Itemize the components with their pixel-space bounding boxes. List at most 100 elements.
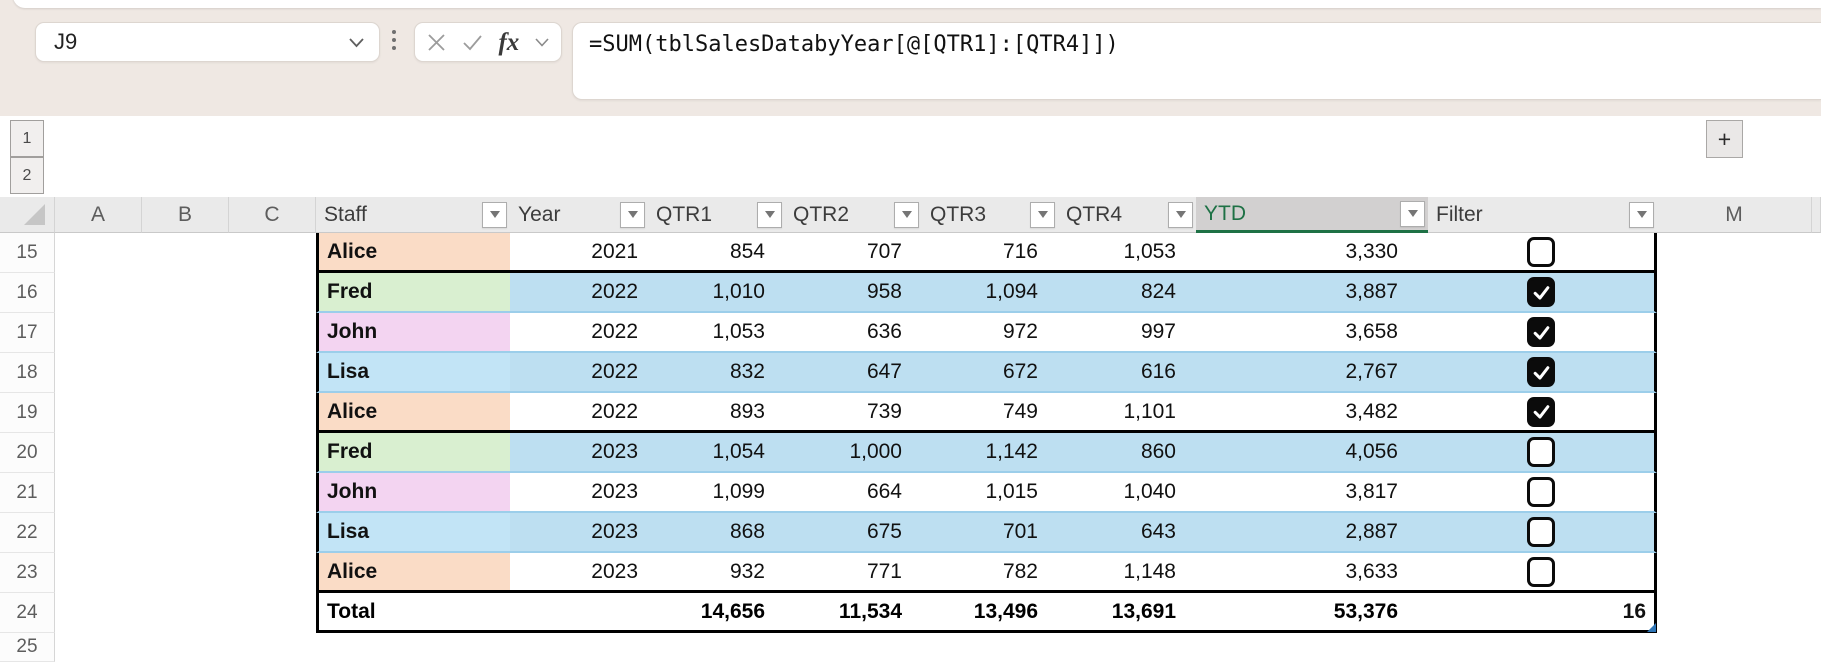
filter-checkbox[interactable] [1527, 477, 1555, 507]
qtr4-cell[interactable]: 1,040 [1058, 473, 1196, 513]
year-cell[interactable]: 2022 [510, 273, 648, 313]
qtr1-cell[interactable]: 932 [648, 553, 785, 593]
qtr2-cell[interactable]: 675 [785, 513, 922, 553]
qtr3-cell[interactable]: 972 [922, 313, 1058, 353]
enter-check-icon[interactable] [462, 34, 483, 51]
total-label-cell[interactable]: Total [316, 593, 510, 633]
filter-cell[interactable] [1428, 433, 1657, 473]
more-options-dots-icon[interactable] [392, 30, 396, 50]
qtr1-cell[interactable]: 1,053 [648, 313, 785, 353]
empty-cells-abc[interactable] [55, 473, 316, 513]
qtr3-cell[interactable]: 716 [922, 233, 1058, 273]
empty-cells-abc[interactable] [55, 393, 316, 433]
staff-cell[interactable]: Lisa [316, 513, 510, 553]
m-cell[interactable] [1657, 233, 1812, 273]
table-header-qtr1[interactable]: QTR1 [648, 197, 785, 233]
table-header-filter[interactable]: Filter [1428, 197, 1657, 233]
row-number[interactable]: 23 [0, 553, 55, 593]
filter-dropdown-qtr1[interactable] [757, 201, 782, 228]
total-qtr1-cell[interactable]: 14,656 [648, 593, 785, 633]
filter-checkbox[interactable] [1527, 437, 1555, 467]
formula-bar[interactable]: =SUM(tblSalesDatabyYear[@[QTR1]:[QTR4]]) [572, 22, 1821, 100]
filter-dropdown-staff[interactable] [482, 201, 507, 228]
m-cell[interactable] [1657, 393, 1812, 433]
qtr1-cell[interactable]: 1,010 [648, 273, 785, 313]
qtr4-cell[interactable]: 824 [1058, 273, 1196, 313]
table-header-qtr2[interactable]: QTR2 [785, 197, 922, 233]
qtr1-cell[interactable]: 832 [648, 353, 785, 393]
empty-cells-abc[interactable] [55, 553, 316, 593]
table-header-ytd[interactable]: YTD [1196, 197, 1428, 233]
table-header-qtr4[interactable]: QTR4 [1058, 197, 1196, 233]
staff-cell[interactable]: Fred [316, 433, 510, 473]
ytd-cell[interactable]: 3,817 [1196, 473, 1428, 513]
outline-expand-button[interactable]: + [1706, 120, 1743, 158]
outline-level-1-button[interactable]: 1 [10, 120, 44, 157]
staff-cell[interactable]: Alice [316, 553, 510, 593]
year-cell[interactable]: 2021 [510, 233, 648, 273]
name-box-chevron-icon[interactable] [348, 37, 365, 48]
filter-cell[interactable] [1428, 353, 1657, 393]
select-all-corner[interactable] [0, 197, 55, 233]
total-qtr3-cell[interactable]: 13,496 [922, 593, 1058, 633]
empty-cells-abc[interactable] [55, 353, 316, 393]
qtr4-cell[interactable]: 643 [1058, 513, 1196, 553]
row-number[interactable]: 18 [0, 353, 55, 393]
qtr3-cell[interactable]: 1,015 [922, 473, 1058, 513]
table-header-qtr3[interactable]: QTR3 [922, 197, 1058, 233]
empty-cells-abc[interactable] [55, 273, 316, 313]
filter-cell[interactable] [1428, 513, 1657, 553]
table-header-staff[interactable]: Staff [316, 197, 510, 233]
filter-checkbox[interactable] [1527, 556, 1555, 587]
qtr4-cell[interactable]: 616 [1058, 353, 1196, 393]
qtr4-cell[interactable]: 997 [1058, 313, 1196, 353]
staff-cell[interactable]: Alice [316, 393, 510, 433]
total-ytd-cell[interactable]: 53,376 [1196, 593, 1428, 633]
qtr2-cell[interactable]: 707 [785, 233, 922, 273]
empty-row[interactable] [55, 633, 1821, 662]
row-number[interactable]: 25 [0, 633, 55, 662]
qtr3-cell[interactable]: 749 [922, 393, 1058, 433]
total-qtr4-cell[interactable]: 13,691 [1058, 593, 1196, 633]
year-cell[interactable]: 2023 [510, 513, 648, 553]
qtr4-cell[interactable]: 860 [1058, 433, 1196, 473]
m-cell[interactable] [1657, 553, 1812, 593]
row-number[interactable]: 19 [0, 393, 55, 433]
filter-dropdown-filter[interactable] [1629, 201, 1654, 228]
filter-cell[interactable] [1428, 553, 1657, 593]
qtr2-cell[interactable]: 771 [785, 553, 922, 593]
qtr2-cell[interactable]: 636 [785, 313, 922, 353]
empty-cells-abc[interactable] [55, 593, 316, 633]
filter-checkbox[interactable] [1527, 236, 1555, 267]
ytd-cell[interactable]: 2,887 [1196, 513, 1428, 553]
row-number[interactable]: 24 [0, 593, 55, 633]
qtr2-cell[interactable]: 647 [785, 353, 922, 393]
m-cell[interactable] [1657, 273, 1812, 313]
year-cell[interactable]: 2022 [510, 353, 648, 393]
name-box[interactable]: J9 [35, 22, 380, 62]
filter-cell[interactable] [1428, 233, 1657, 273]
qtr3-cell[interactable]: 782 [922, 553, 1058, 593]
cancel-icon[interactable] [427, 33, 446, 52]
total-filter-count-cell[interactable]: 16 [1428, 593, 1657, 633]
qtr2-cell[interactable]: 958 [785, 273, 922, 313]
ytd-cell[interactable]: 4,056 [1196, 433, 1428, 473]
qtr3-cell[interactable]: 1,094 [922, 273, 1058, 313]
year-cell[interactable]: 2022 [510, 393, 648, 433]
ytd-cell[interactable]: 3,887 [1196, 273, 1428, 313]
filter-checkbox[interactable] [1527, 317, 1555, 347]
row-number[interactable]: 21 [0, 473, 55, 513]
filter-checkbox[interactable] [1527, 277, 1555, 307]
qtr1-cell[interactable]: 1,054 [648, 433, 785, 473]
row-number[interactable]: 16 [0, 273, 55, 313]
table-header-year[interactable]: Year [510, 197, 648, 233]
row-number[interactable]: 20 [0, 433, 55, 473]
filter-checkbox[interactable] [1527, 396, 1555, 427]
ytd-cell[interactable]: 3,482 [1196, 393, 1428, 433]
ytd-cell[interactable]: 3,658 [1196, 313, 1428, 353]
filter-cell[interactable] [1428, 393, 1657, 433]
m-cell[interactable] [1657, 473, 1812, 513]
year-cell[interactable]: 2022 [510, 313, 648, 353]
staff-cell[interactable]: Alice [316, 233, 510, 273]
filter-dropdown-year[interactable] [620, 201, 645, 228]
